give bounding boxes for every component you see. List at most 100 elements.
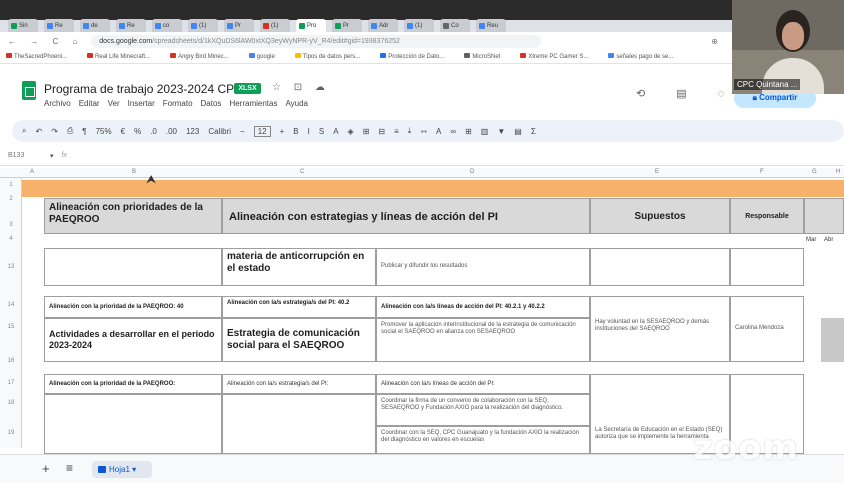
browser-tab[interactable]: Pr [332, 19, 362, 32]
style-button[interactable]: ⤓ [408, 126, 412, 136]
browser-tab[interactable]: (1) [188, 19, 218, 32]
zoom-video-tile[interactable]: CPC Quintana ... [732, 0, 844, 94]
column-letter[interactable]: F [760, 169, 764, 175]
browser-tab[interactable]: Co [440, 19, 470, 32]
cell-row1-d[interactable] [590, 248, 730, 286]
style-button[interactable]: I [308, 127, 310, 136]
header-prioridades[interactable]: Alineación con prioridades de la PAEQROO [44, 198, 222, 234]
cell-row3-estrategia[interactable]: Alineación con la/s estrategia/s del PI: [222, 374, 376, 394]
column-letter[interactable]: E [655, 169, 659, 175]
bookmark-item[interactable]: Angry Bird Minec... [170, 53, 239, 60]
history-comment-meet-icons[interactable]: ⟲ ▤ ◌ [636, 87, 738, 100]
style-button[interactable]: ▼ [497, 127, 505, 136]
row-number[interactable]: 18 [0, 400, 22, 406]
row-number[interactable]: 2 [0, 196, 22, 202]
bookmark-item[interactable]: Real Life Minecraft... [87, 53, 160, 60]
format-button[interactable]: % [134, 127, 141, 136]
bookmark-item[interactable]: MicroSNet [464, 53, 510, 60]
format-button[interactable]: .0 [150, 127, 157, 136]
menu-item[interactable]: Insertar [128, 99, 155, 108]
browser-tab[interactable]: (1) [404, 19, 434, 32]
cell-row3-diagnostico[interactable]: Coordinar con la SEQ, CPC Guanajuato y l… [376, 426, 590, 454]
cell-row3-convenio[interactable]: Coordinar la firma de un convenio de col… [376, 394, 590, 426]
bookmark-item[interactable]: Tipos de datos pers... [294, 53, 370, 60]
format-button[interactable]: 123 [186, 127, 199, 136]
row-number[interactable]: 15 [0, 324, 22, 330]
cell-row3-prioridad[interactable]: Alineación con la prioridad de la PAEQRO… [44, 374, 222, 394]
cell-row3-b[interactable] [222, 394, 376, 454]
header-supuestos[interactable]: Supuestos [590, 198, 730, 234]
style-button[interactable]: ⊟ [378, 127, 385, 136]
menu-item[interactable]: Herramientas [229, 99, 277, 108]
style-button[interactable]: B [293, 127, 298, 136]
cell-row1-e[interactable] [730, 248, 804, 286]
column-letter[interactable]: B [132, 169, 136, 175]
row-number[interactable]: 3 [0, 222, 22, 228]
font-size-input[interactable]: 12 [253, 125, 271, 137]
cell-row2-shaded[interactable] [821, 318, 844, 362]
cell-row2-estrategia[interactable]: Alineación con la/s estrategia/s del PI:… [222, 296, 376, 318]
document-title[interactable]: Programa de trabajo 2023-2024 CPC [44, 82, 243, 96]
cell-row2-promover[interactable]: Promover la aplicación interinstituciona… [376, 318, 590, 362]
column-letter[interactable]: G [812, 169, 817, 175]
row-number[interactable]: 4 [0, 236, 22, 242]
add-sheet-button[interactable]: + [42, 461, 50, 476]
style-button[interactable]: ⇿ [420, 127, 427, 136]
star-move-cloud-icons[interactable]: ☆ ⊡ ☁ [272, 82, 330, 93]
column-letter[interactable]: A [30, 169, 34, 175]
bookmark-item[interactable]: Xtreme PC Gamer S... [520, 53, 598, 60]
toolbar-button[interactable]: ↶ [35, 127, 42, 136]
style-button[interactable]: ▥ [481, 127, 489, 136]
toolbar-button[interactable]: ↷ [51, 127, 58, 136]
cell-row1-b[interactable]: materia de anticorrupción en el estado [222, 248, 376, 286]
browser-tab[interactable]: (1) [260, 19, 290, 32]
font-select[interactable]: Calibri [208, 127, 231, 136]
column-letter[interactable]: C [300, 169, 304, 175]
toolbar-button[interactable]: ¶ [82, 127, 86, 136]
menu-item[interactable]: Ayuda [285, 99, 308, 108]
chevron-down-icon[interactable]: ▾ [50, 152, 54, 160]
cell-row1-a[interactable] [44, 248, 222, 286]
format-button[interactable]: .00 [166, 127, 177, 136]
style-button[interactable]: A [436, 127, 441, 136]
browser-tab[interactable]: Reu [476, 19, 506, 32]
header-estrategias[interactable]: Alineación con estrategias y líneas de a… [222, 198, 590, 234]
style-button[interactable]: ▤ [514, 127, 522, 136]
format-button[interactable]: € [121, 127, 125, 136]
style-button[interactable]: ∞ [450, 127, 456, 136]
browser-tab[interactable]: Sin [8, 19, 38, 32]
style-button[interactable]: ◈ [348, 127, 354, 136]
cell-row2-lineas[interactable]: Alineación con la/s líneas de acción del… [376, 296, 590, 318]
zoom-select[interactable]: 75% [96, 127, 112, 136]
row-number[interactable]: 19 [0, 430, 22, 436]
bookmark-item[interactable]: TheSacredPhoeni... [6, 53, 77, 60]
menu-item[interactable]: Formato [163, 99, 193, 108]
menu-item[interactable]: Archivo [44, 99, 71, 108]
style-button[interactable]: ⊞ [363, 127, 370, 136]
row-number[interactable]: 14 [0, 302, 22, 308]
style-button[interactable]: A [333, 127, 338, 136]
column-letter[interactable]: D [470, 169, 474, 175]
cell-row2-estrategia-comunicacion[interactable]: Estrategia de comunicación social para e… [222, 318, 376, 362]
toolbar-button[interactable]: ⌕ [22, 126, 26, 136]
browser-tab[interactable]: Pro [296, 19, 326, 32]
browser-tab[interactable]: de [80, 19, 110, 32]
cell-row2-supuestos[interactable]: Hay voluntad en la SESAEQROO y demás ins… [590, 296, 730, 362]
font-size-decrease-button[interactable]: − [240, 127, 245, 136]
browser-tab[interactable]: Re [116, 19, 146, 32]
cell-row3-lineas[interactable]: Alineación con la/s líneas de acción del… [376, 374, 590, 394]
browser-tab[interactable]: Re [44, 19, 74, 32]
toolbar-button[interactable]: ⎙ [67, 126, 73, 136]
browser-tab[interactable]: co [152, 19, 182, 32]
menu-item[interactable]: Editar [79, 99, 100, 108]
style-button[interactable]: Σ [531, 127, 536, 136]
cell-row1-c[interactable]: Publicar y difundir los resultados [376, 248, 590, 286]
row-number[interactable]: 17 [0, 380, 22, 386]
sheets-logo-icon[interactable] [22, 81, 36, 100]
cell-row2-actividades[interactable]: Actividades a desarrollar en el periodo … [44, 318, 222, 362]
sheet-tab-hoja1[interactable]: Hoja1 ▾ [92, 461, 152, 478]
browser-tab[interactable]: Adr [368, 19, 398, 32]
menu-item[interactable]: Ver [108, 99, 120, 108]
bookmark-item[interactable]: Protección de Dato... [380, 53, 454, 60]
all-sheets-button[interactable]: ≡ [66, 461, 73, 475]
